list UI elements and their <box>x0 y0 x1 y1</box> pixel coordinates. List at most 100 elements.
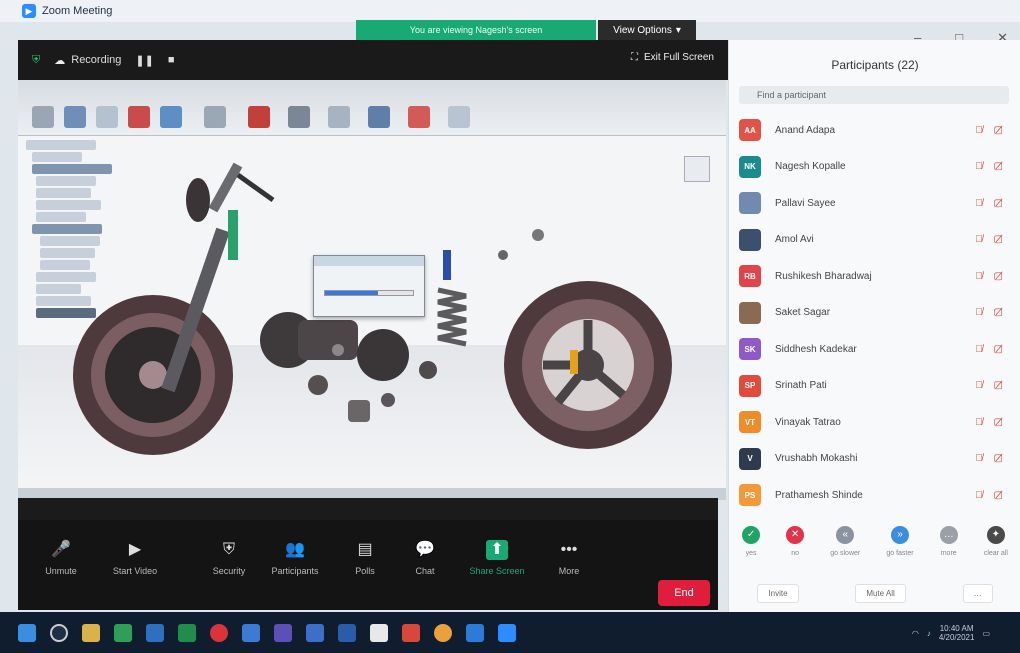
muted-mic-video-icon: 🎙̸ ▢̸ <box>975 197 1007 209</box>
notification-icon[interactable]: ▭ <box>982 629 990 638</box>
meeting-top-bar: ⛨ ☁ Recording ❚❚ ■ ⛶ Exit Full Screen <box>18 40 730 80</box>
participant-row[interactable]: Saket Sagar 🎙̸ ▢̸ <box>729 295 1020 332</box>
participant-search-input[interactable]: Find a participant <box>739 86 1009 104</box>
chevron-down-icon: ▾ <box>675 24 681 36</box>
reaction-label: go slower <box>830 550 861 557</box>
participant-row[interactable]: SK Siddhesh Kadekar 🎙̸ ▢̸ <box>729 331 1020 368</box>
panel-buttons: Invite Mute All … <box>729 584 1020 603</box>
cloud-record-icon: ☁ <box>54 54 66 67</box>
excel-icon[interactable] <box>178 623 196 642</box>
handlebar <box>236 172 275 203</box>
app-icon[interactable] <box>370 623 388 642</box>
participant-row[interactable]: RB Rushikesh Bharadwaj 🎙̸ ▢̸ <box>729 258 1020 295</box>
participant-list: AA Anand Adapa 🎙̸ ▢̸ NK Nagesh Kopalle 🎙̸ ▢̸ P… <box>729 112 1020 514</box>
reaction-label: clear all <box>983 550 1008 557</box>
participant-row[interactable]: Pallavi Sayee 🎙̸ ▢̸ <box>729 185 1020 222</box>
app-icon[interactable] <box>210 623 228 642</box>
reaction-go-faster-button[interactable]: » go faster <box>886 526 914 574</box>
mute-all-button[interactable]: Mute All <box>855 584 906 603</box>
reaction-icon: » <box>890 526 909 544</box>
reaction-label: go faster <box>886 550 914 557</box>
teams-icon[interactable] <box>274 623 292 642</box>
meeting-controls: 🎤 Unmute ▶ Start Video ⛨ Security 👥 Part… <box>18 520 718 610</box>
cad-tool-icon <box>204 106 226 128</box>
shared-taskbar <box>18 498 718 520</box>
cad-tool-icon <box>248 106 270 128</box>
reaction-go-slower-button[interactable]: « go slower <box>830 526 860 574</box>
participants-panel: Participants (22) Find a participant AA A… <box>728 40 1020 620</box>
cad-tool-icon <box>368 106 390 128</box>
panel-more-button[interactable]: … <box>962 584 993 603</box>
screen: ▶ Zoom Meeting – □ ✕ You are viewing Nag… <box>0 0 1020 653</box>
view-cube-icon[interactable] <box>684 156 710 182</box>
app-icon[interactable] <box>146 623 164 642</box>
app-icon[interactable] <box>306 623 324 642</box>
participant-row[interactable]: V Vrushabh Mokashi 🎙̸ ▢̸ <box>729 441 1020 478</box>
participant-row[interactable]: Amol Avi 🎙̸ ▢̸ <box>729 222 1020 259</box>
exit-full-screen-button[interactable]: ⛶ Exit Full Screen <box>631 52 714 63</box>
zoom-icon[interactable] <box>498 623 516 642</box>
participant-name: Pallavi Sayee <box>775 197 836 209</box>
participant-row[interactable]: AA Anand Adapa 🎙̸ ▢̸ <box>729 112 1020 149</box>
view-options-button[interactable]: View Options ▾ <box>598 20 696 40</box>
participant-row[interactable]: PS Prathamesh Shinde 🎙̸ ▢̸ <box>729 477 1020 514</box>
recording-indicator[interactable]: ☁ Recording <box>54 54 121 67</box>
wifi-icon[interactable]: ◠ <box>912 629 919 638</box>
avatar: RB <box>739 265 761 288</box>
edge-legacy-icon[interactable] <box>114 623 132 642</box>
outlook-icon[interactable] <box>242 623 260 642</box>
chat-button[interactable]: 💬 Chat <box>390 540 460 576</box>
reaction-no-button[interactable]: ✕ no <box>786 526 805 574</box>
fullscreen-icon: ⛶ <box>630 52 638 63</box>
avatar: PS <box>739 484 761 507</box>
edge-icon[interactable] <box>466 623 484 642</box>
end-meeting-button[interactable]: End <box>658 580 710 606</box>
reaction-icon: ✓ <box>742 526 761 544</box>
more-button[interactable]: ••• More <box>534 540 604 576</box>
start-video-button[interactable]: ▶ Start Video <box>100 540 170 576</box>
unmute-button[interactable]: 🎤 Unmute <box>26 540 96 576</box>
reaction-more-button[interactable]: … more <box>939 526 958 574</box>
dialog-header <box>314 256 424 266</box>
file-explorer-icon[interactable] <box>82 623 100 642</box>
participants-button[interactable]: 👥 Participants <box>260 540 330 576</box>
search-icon[interactable] <box>50 623 68 642</box>
video-camera-icon: ▶ <box>128 541 142 558</box>
participant-name: Saket Sagar <box>775 307 831 319</box>
reaction-label: no <box>791 550 800 557</box>
share-screen-button[interactable]: ⬆ Share Screen <box>462 540 532 576</box>
muted-mic-video-icon: 🎙̸ ▢̸ <box>975 124 1007 136</box>
muted-mic-video-icon: 🎙̸ ▢̸ <box>975 489 1007 501</box>
participant-row[interactable]: SP Srinath Pati 🎙̸ ▢̸ <box>729 368 1020 405</box>
cad-tool-icon <box>160 106 182 128</box>
floating-part <box>498 250 508 260</box>
participant-name: Rushikesh Bharadwaj <box>775 270 872 282</box>
shared-screen <box>18 80 726 500</box>
reaction-clear-all-button[interactable]: ✦ clear all <box>984 526 1008 574</box>
rear-shock <box>437 250 467 347</box>
cad-tool-icon <box>448 106 470 128</box>
windows-start-icon[interactable] <box>18 623 36 642</box>
security-button[interactable]: ⛨ Security <box>194 540 264 576</box>
participant-name: Anand Adapa <box>775 124 836 136</box>
pause-icon[interactable]: ❚❚ <box>135 54 153 67</box>
reaction-label: more <box>940 550 957 557</box>
volume-icon[interactable]: ♪ <box>927 629 931 638</box>
viewing-screen-banner: You are viewing Nagesh's screen <box>356 20 596 40</box>
chrome-icon[interactable] <box>434 623 452 642</box>
microphone-icon: 🎤 <box>51 541 71 558</box>
reaction-icon: ✦ <box>986 526 1005 544</box>
people-icon: 👥 <box>285 541 305 558</box>
app-icon[interactable] <box>402 623 420 642</box>
muted-mic-video-icon: 🎙̸ ▢̸ <box>975 161 1007 173</box>
participant-row[interactable]: NK Nagesh Kopalle 🎙̸ ▢̸ <box>729 149 1020 186</box>
windows-taskbar: ◠ ♪ 10:40 AM 4/20/2021 ▭ <box>0 612 1020 653</box>
reaction-yes-button[interactable]: ✓ yes <box>742 526 761 574</box>
stop-icon[interactable]: ■ <box>168 54 175 66</box>
participant-name: Vrushabh Mokashi <box>775 453 858 465</box>
invite-button[interactable]: Invite <box>757 584 799 603</box>
app-icon[interactable] <box>338 623 356 642</box>
clock[interactable]: 10:40 AM 4/20/2021 <box>939 624 975 642</box>
participant-row[interactable]: VT Vinayak Tatrao 🎙̸ ▢̸ <box>729 404 1020 441</box>
avatar: SK <box>739 338 761 361</box>
